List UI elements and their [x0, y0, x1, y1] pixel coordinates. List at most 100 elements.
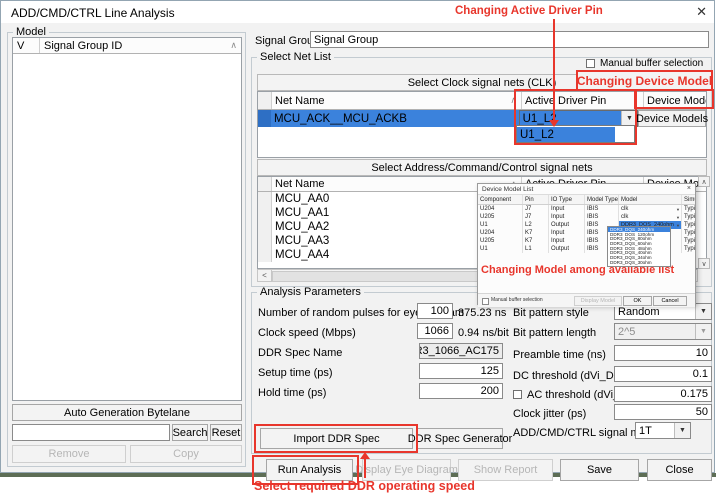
device-model-list-popup: Device Model List × Component Pin IO Typ… — [477, 183, 696, 305]
sim-mode-combo[interactable]: Typical▼ — [682, 213, 695, 221]
title-bar: ADD/CMD/CTRL Line Analysis ✕ — [1, 1, 714, 23]
remove-button[interactable]: Remove — [12, 445, 126, 463]
dropdown-item[interactable]: U1_L2 — [517, 127, 615, 142]
sim-mode-combo[interactable]: Typical▼ — [682, 245, 695, 253]
annotation-changing-active-driver-pin: Changing Active Driver Pin — [455, 5, 603, 17]
chevron-down-icon: ▼ — [695, 324, 711, 339]
sort-ascending-icon[interactable]: ∧ — [510, 95, 517, 106]
model-table[interactable]: V Signal Group ID ∧ — [12, 37, 242, 401]
popup-row[interactable]: U204 J7 Input IBIS clk▼ Typical▼ — [478, 205, 695, 213]
clock-speed-input[interactable]: 1066 — [417, 323, 453, 339]
sort-ascending-icon[interactable]: ∧ — [230, 40, 237, 51]
pulses-input[interactable]: 100 — [417, 303, 453, 319]
device-models-button[interactable]: Device Models — [638, 110, 706, 127]
display-model-button[interactable]: Display Model — [574, 296, 622, 306]
row-gutter — [258, 177, 272, 191]
ddr-spec-name-field: DDR3_1066_AC175 — [419, 343, 503, 359]
preamble-time-input[interactable]: 10 — [614, 345, 712, 361]
manual-buffer-selection-label: Manual buffer selection — [600, 58, 703, 69]
clock-jitter-input[interactable]: 50 — [614, 404, 712, 420]
model-col-v[interactable]: V — [13, 38, 40, 53]
scroll-down-icon[interactable]: ∨ — [698, 258, 710, 269]
addr-nets-header-bar[interactable]: Select Address/Command/Control signal ne… — [257, 159, 707, 176]
model-col-signal-group-id[interactable]: Signal Group ID ∧ — [40, 38, 241, 53]
scroll-up-icon[interactable]: ∧ — [698, 176, 710, 187]
clock-jitter-label: Clock jitter (ps) — [513, 408, 586, 420]
close-icon[interactable]: ✕ — [696, 4, 707, 20]
search-button[interactable]: Search — [172, 424, 208, 441]
row-gutter — [258, 248, 272, 262]
ac-threshold-input[interactable]: 0.175 — [614, 386, 712, 402]
save-button[interactable]: Save — [560, 459, 639, 481]
scroll-left-icon[interactable]: < — [258, 270, 272, 281]
add-cmd-ctrl-line-analysis-dialog-screen: ADD/CMD/CTRL Line Analysis ✕ Model V Sig… — [0, 0, 716, 496]
reset-button[interactable]: Reset — [210, 424, 242, 441]
row-gutter — [258, 234, 272, 248]
clk-nets-table[interactable]: Net Name ∧ Active Driver Pin Device Mode… — [257, 91, 707, 158]
annotation-select-ddr-speed: Select required DDR operating speed — [254, 479, 475, 493]
popup-table-header: Component Pin IO Type Model Type Model S… — [478, 194, 695, 205]
sim-mode-combo[interactable]: Typical▼ — [682, 205, 695, 213]
signal-group-id-field[interactable]: Signal Group — [310, 31, 709, 48]
clk-col-net-name[interactable]: Net Name ∧ — [272, 92, 522, 109]
auto-generation-bytelane-button[interactable]: Auto Generation Bytelane — [12, 404, 242, 421]
show-report-button[interactable]: Show Report — [458, 459, 553, 481]
chevron-down-icon[interactable]: ▼ — [674, 423, 690, 438]
display-eye-diagram-button[interactable]: Display Eye Diagram — [362, 459, 451, 481]
clk-table-row[interactable]: MCU_ACK__MCU_ACKB U1_L2 ▼ Device Models — [258, 110, 706, 127]
row-gutter — [258, 220, 272, 234]
signal-mode-combo[interactable]: 1T ▼ — [635, 422, 691, 439]
chevron-down-icon: ▼ — [676, 215, 680, 220]
run-analysis-button[interactable]: Run Analysis — [266, 459, 353, 481]
sim-mode-combo[interactable]: Typical▼ — [682, 221, 695, 229]
clk-row-net-name[interactable]: MCU_ACK__MCU_ACKB — [271, 110, 519, 127]
popup-footer: Manual buffer selection Display Model OK… — [478, 293, 695, 307]
bit-pattern-length-combo[interactable]: 2^5 ▼ — [614, 323, 712, 340]
row-gutter — [258, 192, 272, 206]
hold-time-input[interactable]: 200 — [419, 383, 503, 399]
model-combo[interactable]: clk▼ — [619, 213, 682, 221]
pulses-extra-value: 375.23 ns — [458, 307, 506, 319]
sim-mode-combo[interactable]: Typical▼ — [682, 237, 695, 245]
preamble-time-label: Preamble time (ns) — [513, 349, 606, 361]
window-title: ADD/CMD/CTRL Line Analysis — [11, 6, 175, 20]
clk-col-active-driver-pin[interactable]: Active Driver Pin — [522, 92, 644, 109]
dc-threshold-label: DC threshold (dVi_DC) — [513, 370, 625, 382]
dc-threshold-input[interactable]: 0.1 — [614, 366, 712, 382]
manual-buffer-selection-checkbox[interactable] — [482, 298, 489, 305]
dropdown-item[interactable]: DDR3_DQS_30ohm — [608, 260, 670, 265]
model-dropdown-list[interactable]: DDR3_DQS_240ohm DDR3_DQS_120ohm DDR3_DQS… — [607, 226, 671, 267]
chevron-down-icon[interactable]: ▼ — [695, 304, 711, 319]
cancel-button[interactable]: Cancel — [653, 296, 687, 306]
chevron-down-icon[interactable]: ▼ — [621, 111, 637, 126]
bit-pattern-style-label: Bit pattern style — [513, 307, 589, 319]
popup-row[interactable]: U205 J7 Input IBIS clk▼ Typical▼ — [478, 213, 695, 221]
chevron-down-icon: ▼ — [676, 223, 680, 228]
import-ddr-spec-button[interactable]: Import DDR Spec — [260, 428, 413, 449]
row-gutter — [258, 206, 272, 220]
copy-button[interactable]: Copy — [130, 445, 242, 463]
setup-time-label: Setup time (ps) — [258, 367, 333, 379]
ddr-spec-generator-button[interactable]: DDR Spec Generator — [417, 428, 503, 449]
clk-table-header: Net Name ∧ Active Driver Pin Device Mode… — [258, 92, 706, 110]
model-table-header: V Signal Group ID ∧ — [13, 38, 241, 54]
close-icon[interactable]: × — [687, 185, 691, 192]
analysis-parameters-label: Analysis Parameters — [257, 287, 364, 298]
row-gutter — [258, 92, 272, 109]
model-combo[interactable]: clk▼ — [619, 205, 682, 213]
annotation-arrowhead-down — [549, 120, 559, 127]
clk-col-device-models[interactable]: Device Models — [644, 92, 706, 109]
chevron-down-icon: ▼ — [676, 207, 680, 212]
ok-button[interactable]: OK — [623, 296, 652, 306]
clk-nets-header-bar[interactable]: Select Clock signal nets (CLK) — [257, 74, 707, 91]
ac-threshold-checkbox[interactable] — [513, 390, 522, 399]
close-button[interactable]: Close — [647, 459, 712, 481]
setup-time-input[interactable]: 125 — [419, 363, 503, 379]
annotation-arrow-down — [553, 19, 555, 120]
sim-mode-combo[interactable]: Typical▼ — [682, 229, 695, 237]
manual-buffer-selection-checkbox[interactable] — [586, 59, 595, 68]
active-driver-pin-dropdown-list[interactable]: U1_L2 — [516, 125, 635, 143]
bit-pattern-length-label: Bit pattern length — [513, 327, 596, 339]
manual-buffer-selection-label: Manual buffer selection — [491, 297, 543, 303]
search-input[interactable] — [12, 424, 170, 441]
